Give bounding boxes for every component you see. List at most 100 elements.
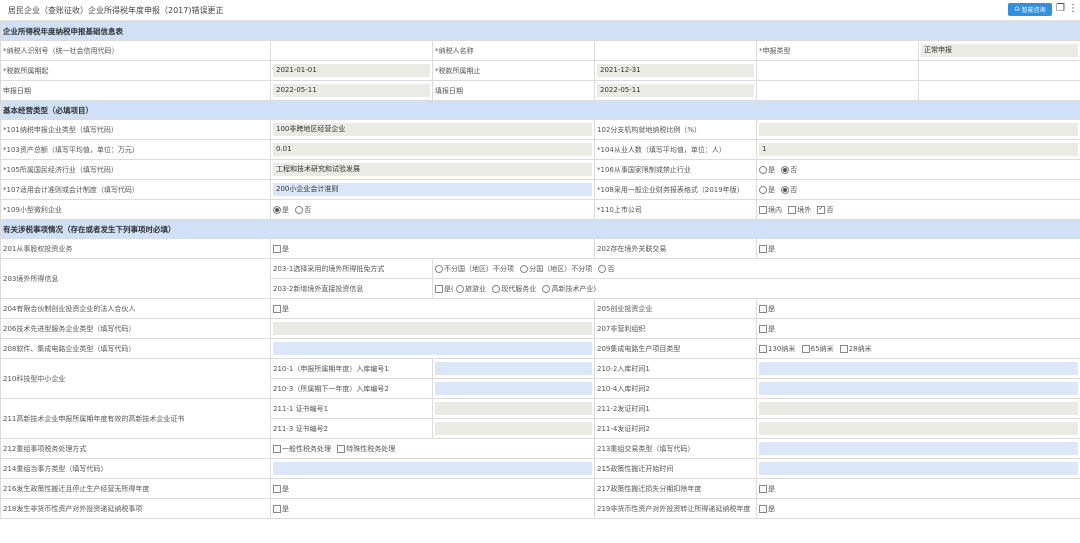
option-label: 旅游业 [464,284,486,293]
option-label: 28纳米 [848,344,872,353]
r106-no-radio[interactable] [781,165,790,174]
r203-2-label: 203-2新增境外直接投资信息 [270,278,433,299]
option-label: 是( [444,284,454,293]
r110-domestic-checkbox[interactable] [759,205,767,214]
period-start-field[interactable]: 2021-01-01 [273,64,430,77]
fill-date-label: 填报日期 [432,80,595,101]
yes-label: 是 [282,205,289,214]
r103-field[interactable]: 0.01 [273,143,592,156]
option-label: 特殊性税务处理 [346,444,396,453]
r206-field[interactable] [273,322,592,335]
r217-label: 217政策性搬迁损失分期扣除年度 [594,478,757,499]
yes-label: 是 [282,484,289,493]
option-label: 否 [607,264,615,273]
window-title: 居民企业（查账征收）企业所得税年度申报（2017)错误更正 [8,5,224,15]
r212-special-checkbox[interactable] [337,444,346,453]
r110-no-checkbox[interactable] [817,205,826,214]
r110-overseas-checkbox[interactable] [788,205,797,214]
yes-label: 是 [768,504,775,513]
r108-yes-radio[interactable] [759,185,767,194]
empty-cell [756,80,919,101]
r208-field[interactable] [273,342,592,355]
r209-65nm-checkbox[interactable] [801,344,810,353]
taxpayer-id-label: *纳税人识别号（统一社会信用代码） [0,40,271,61]
r205-checkbox[interactable] [759,304,767,313]
r109-no-radio[interactable] [295,205,304,214]
r201-checkbox[interactable] [273,244,281,253]
r203-2-yes-checkbox[interactable] [435,284,443,293]
r210-3-field[interactable] [435,382,592,395]
empty-cell [756,60,919,81]
yes-label: 是 [768,165,775,174]
decl-date-field[interactable]: 2022-05-11 [273,84,430,97]
r203-2-opt3-radio[interactable] [542,284,551,293]
smart-consult-label: 智能咨询 [1021,7,1046,14]
r203-2-opt2-radio[interactable] [492,284,501,293]
r203-1-opt3-radio[interactable] [598,264,607,273]
r210-label: 210科技型中小企业 [0,358,271,399]
option-label: 一般性税务处理 [282,444,331,453]
r101-field[interactable]: 100非跨地区经营企业 [273,123,592,136]
yes-label: 是 [282,504,289,513]
r104-field[interactable]: 1 [759,143,1079,156]
empty-cell [917,60,1080,81]
r209-130nm-checkbox[interactable] [759,344,767,353]
window-titlebar: 居民企业（查账征收）企业所得税年度申报（2017)错误更正 ☊ 智能咨询 ❐ ⋮ [0,0,1080,21]
yes-label: 是 [768,185,775,194]
option-label: 不分国（地区）不分项 [444,264,514,273]
r204-checkbox[interactable] [273,304,281,313]
r210-4-field[interactable] [759,382,1079,395]
r203-1-opt1-radio[interactable] [435,264,443,273]
r216-checkbox[interactable] [273,484,281,493]
r216-label: 216发生政策性搬迁且停止生产经营无所得年度 [0,478,271,499]
yes-label: 是 [768,484,775,493]
more-icon[interactable]: ⋮ [1068,3,1078,14]
r106-yes-radio[interactable] [759,165,767,174]
option-label: 现代服务业 [501,284,537,293]
section-basic-ops: 基本经营类型（必填项目） [0,100,1080,120]
r213-field[interactable] [759,442,1079,455]
r211-2-field[interactable] [759,402,1079,415]
option-label: 分国（地区）不分项 [529,264,593,273]
r211-3-field[interactable] [435,422,592,435]
r203-2-opt1-radio[interactable] [455,284,464,293]
period-end-field[interactable]: 2021-12-31 [597,64,754,77]
r215-field[interactable] [759,462,1079,475]
taxpayer-id-field[interactable] [270,40,433,61]
r218-checkbox[interactable] [273,504,281,513]
r219-label: 219非货币性资产对外投资转让所得递延纳税年度 [594,498,757,519]
copy-icon[interactable]: ❐ [1056,3,1065,14]
r211-4-field[interactable] [759,422,1079,435]
option-label: 65纳米 [810,344,834,353]
r109-yes-radio[interactable] [273,205,281,214]
r211-1-field[interactable] [435,402,592,415]
r107-field[interactable]: 200小企业会计准则 [273,183,592,196]
r203-1-opt2-radio[interactable] [520,264,529,273]
smart-consult-button[interactable]: ☊ 智能咨询 [1008,3,1052,16]
taxpayer-name-field[interactable] [594,40,757,61]
r219-checkbox[interactable] [759,504,767,513]
r203-1-options: 不分国（地区）不分项 分国（地区）不分项 否 [431,258,1080,279]
yes-label: 是 [768,244,775,253]
r210-2-field[interactable] [759,362,1079,375]
r214-field[interactable] [273,462,592,475]
r102-field[interactable] [759,123,1079,136]
decl-type-field[interactable]: 正常申报 [921,44,1079,57]
r217-checkbox[interactable] [759,484,767,493]
r205-label: 205创业投资企业 [594,298,757,319]
yes-label: 是 [282,244,289,253]
no-label: 否 [304,205,312,214]
fill-date-field[interactable]: 2022-05-11 [597,84,754,97]
r210-1-label: 210-1（申报所属期年度）入库编号1 [270,358,433,379]
overseas-label: 境外 [797,205,812,214]
r105-field[interactable]: 工程和技术研究和试验发展 [273,163,592,176]
decl-date-label: 申报日期 [0,80,271,101]
r108-no-radio[interactable] [781,185,790,194]
r210-1-field[interactable] [435,362,592,375]
r207-checkbox[interactable] [759,324,767,333]
r109-label: *109小型微利企业 [0,199,271,220]
r202-checkbox[interactable] [759,244,767,253]
r212-general-checkbox[interactable] [273,444,281,453]
r209-28nm-checkbox[interactable] [839,344,848,353]
r103-label: *103资产总额（填写平均值，单位：万元） [0,139,271,160]
